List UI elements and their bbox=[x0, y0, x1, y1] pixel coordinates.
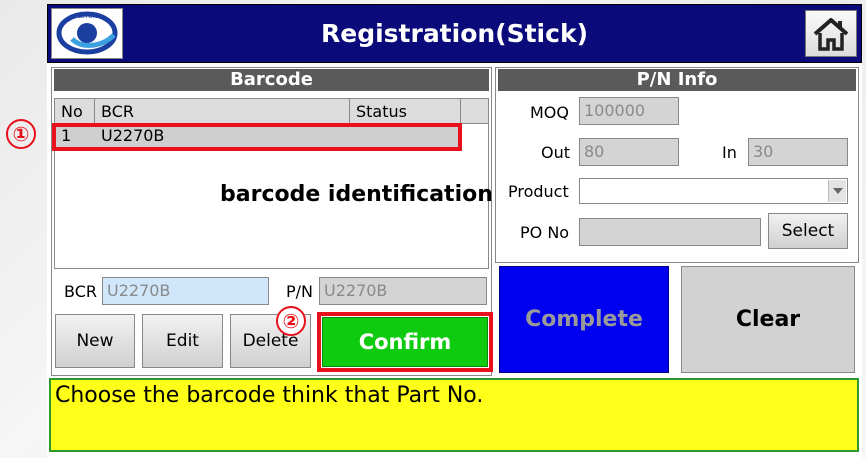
complete-button[interactable]: Complete bbox=[499, 266, 669, 373]
new-button[interactable]: New bbox=[55, 314, 135, 368]
product-select[interactable] bbox=[579, 178, 848, 204]
out-label: Out bbox=[541, 143, 571, 162]
pn-input[interactable]: U2270B bbox=[319, 277, 487, 305]
barcode-panel-header: Barcode bbox=[54, 69, 489, 91]
bcr-input[interactable]: U2270B bbox=[102, 277, 269, 305]
select-button[interactable]: Select bbox=[768, 213, 848, 249]
annotation-marker-1: ① bbox=[6, 119, 36, 149]
status-message: Choose the barcode think that Part No. bbox=[55, 383, 484, 408]
in-field[interactable]: 30 bbox=[748, 138, 848, 166]
title-bar: CEYON Registration(Stick) bbox=[47, 4, 862, 63]
column-header-no[interactable]: No bbox=[55, 99, 95, 124]
moq-field[interactable]: 100000 bbox=[579, 97, 679, 125]
column-header-bcr[interactable]: BCR bbox=[95, 99, 350, 124]
annotation-highlight-confirm bbox=[317, 312, 493, 372]
home-button[interactable] bbox=[805, 10, 857, 57]
annotation-caption: barcode identification bbox=[220, 182, 493, 207]
po-field[interactable] bbox=[579, 218, 761, 246]
edit-button[interactable]: Edit bbox=[142, 314, 223, 368]
pn-info-panel-header: P/N Info bbox=[498, 69, 856, 91]
po-label: PO No bbox=[520, 223, 570, 242]
home-icon bbox=[813, 17, 849, 51]
clear-button[interactable]: Clear bbox=[681, 266, 855, 373]
column-header-spacer bbox=[461, 99, 488, 124]
annotation-marker-2: ② bbox=[276, 306, 306, 336]
status-message-bar: Choose the barcode think that Part No. bbox=[49, 378, 859, 452]
chevron-down-icon[interactable] bbox=[828, 180, 846, 202]
bcr-label: BCR bbox=[64, 282, 97, 301]
pn-label: P/N bbox=[286, 282, 314, 301]
moq-label: MOQ bbox=[530, 103, 569, 122]
product-label: Product bbox=[508, 182, 569, 201]
window-title: Registration(Stick) bbox=[320, 19, 589, 48]
grid-header: No BCR Status bbox=[55, 99, 488, 124]
in-label: In bbox=[722, 143, 737, 162]
out-field[interactable]: 80 bbox=[579, 138, 679, 166]
column-header-status[interactable]: Status bbox=[350, 99, 461, 124]
annotation-highlight-row bbox=[52, 123, 462, 151]
